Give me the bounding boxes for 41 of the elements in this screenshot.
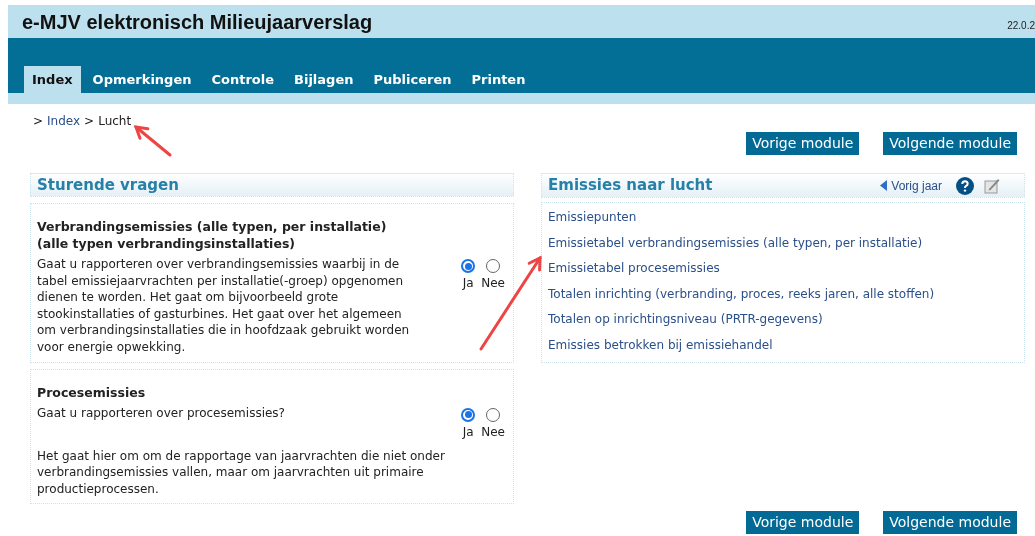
tab[interactable]: Publiceren	[365, 66, 460, 93]
edit-icon[interactable]	[984, 177, 1000, 194]
module-link[interactable]: Emissies betrokken bij emissiehandel	[548, 332, 773, 358]
module-link[interactable]: Emissiepunten	[548, 205, 637, 231]
help-icon[interactable]	[956, 176, 974, 195]
radio-button[interactable]	[461, 407, 476, 422]
breadcrumb-link[interactable]: Lucht	[98, 112, 132, 130]
tab[interactable]: Bijlagen	[286, 66, 362, 93]
module-link[interactable]: Totalen op inrichtingsniveau (PRTR-gegevens)	[548, 307, 823, 333]
module-button[interactable]: Vorige module	[746, 511, 860, 534]
question-text: Gaat u rapporteren over verbrandingsemissies waarbij in de tabel emissiejaarvrachten per installatie(-groep) opgenomen dienen te worden. Het gaat om bijvoorbeeld grote stookinstallaties of gasturbines. Het gaat over het algemeen om verbrandingsinstallaties die in hoofdzaak gebruikt worden voor energie opwekking.	[37, 256, 411, 356]
module-button[interactable]: Volgende module	[883, 132, 1017, 155]
radio-label: Nee	[481, 275, 505, 291]
question-heading: Verbrandingsemissies (alle typen, per installatie) (alle typen verbrandingsinstallaties)	[37, 218, 388, 252]
radio-button[interactable]	[461, 259, 476, 273]
app-title: e-MJV elektronisch Milieujaarverslag	[22, 9, 373, 35]
radio-label: Ja	[462, 423, 474, 440]
module-link[interactable]: Totalen inrichting (verbranding, proces, reeks jaren, alle stoffen)	[548, 281, 935, 307]
left-triangle-icon	[880, 180, 888, 191]
breadcrumb-separator: >	[33, 113, 44, 130]
question-heading: Procesemissies	[37, 383, 147, 401]
breadcrumb-separator: >	[84, 113, 95, 130]
tab[interactable]: Opmerkingen	[84, 66, 200, 93]
panel-title: Sturende vragen	[37, 174, 179, 196]
question-note: Het gaat hier om om de rapportage van jaarvrachten die niet onder verbrandingsemissies vallen, maar om jaarvrachten uit primaire productieprocessen.	[37, 447, 446, 498]
panel-title: Emissies naar lucht	[548, 175, 714, 197]
version-text: 22.0.2	[1007, 19, 1035, 33]
radio-button[interactable]	[486, 407, 501, 422]
tab[interactable]: Index	[24, 66, 81, 93]
module-link[interactable]: Emissietabel procesemissies	[548, 256, 720, 282]
module-link[interactable]: Emissietabel verbrandingsemissies (alle typen, per installatie)	[548, 230, 923, 256]
radio-label: Ja	[462, 275, 474, 291]
breadcrumb-link[interactable]: Index	[47, 112, 81, 130]
previous-year-link[interactable]: Vorig jaar	[891, 176, 942, 195]
radio-button[interactable]	[486, 259, 501, 273]
question-text: Gaat u rapporteren over procesemissies?	[37, 404, 286, 422]
radio-label: Nee	[481, 423, 505, 440]
module-button[interactable]: Vorige module	[746, 132, 860, 155]
tab[interactable]: Controle	[203, 66, 283, 93]
tab[interactable]: Printen	[463, 66, 534, 93]
module-button[interactable]: Volgende module	[883, 511, 1017, 534]
